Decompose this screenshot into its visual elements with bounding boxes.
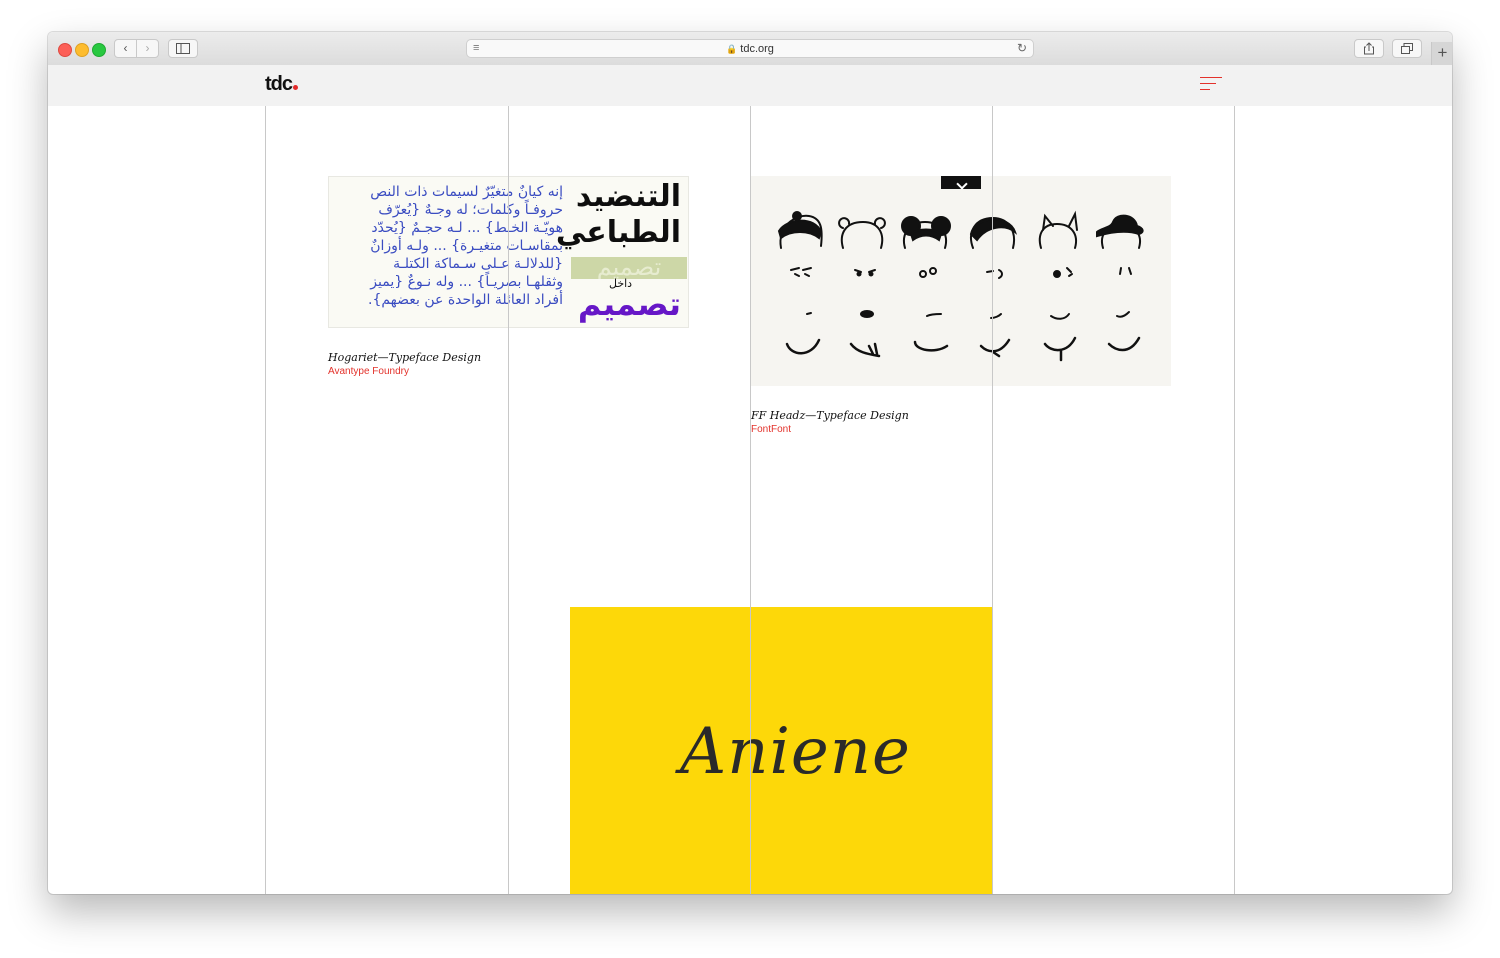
zoom-window-button[interactable] — [92, 43, 106, 57]
close-window-button[interactable] — [58, 43, 72, 57]
browser-toolbar: ‹ › ≡ 🔒 tdc.org ↻ + — [48, 32, 1452, 66]
grid-line — [1234, 106, 1235, 894]
arabic-headline-block: التنضيد الطباعي تصميم داخل تصميم — [556, 177, 688, 327]
grid-line — [265, 106, 266, 894]
forward-icon[interactable]: › — [137, 40, 158, 57]
arabic-body-text: إنه كيانٌ متغيّرٌ لسيمات ذات النص حروفـا… — [368, 184, 563, 308]
reload-icon[interactable]: ↻ — [1017, 41, 1027, 55]
history-nav: ‹ › — [114, 39, 159, 58]
aniene-specimen-word: Aniene — [680, 715, 911, 789]
sidebar-icon — [176, 43, 190, 54]
site-logo[interactable]: tdc — [265, 73, 298, 96]
card-foundry[interactable]: FontFont — [751, 424, 791, 435]
hamburger-menu-icon[interactable] — [1200, 77, 1222, 91]
card-foundry[interactable]: Avantype Foundry — [328, 366, 409, 377]
card-title[interactable]: FF Headz—Typeface Design — [751, 409, 909, 422]
address-bar[interactable]: ≡ 🔒 tdc.org ↻ — [466, 39, 1034, 58]
new-tab-icon[interactable]: + — [1431, 42, 1452, 65]
url-text: tdc.org — [740, 43, 774, 55]
tab-overview-button[interactable] — [1392, 39, 1422, 58]
tabs-icon — [1401, 43, 1413, 54]
grid-line — [508, 106, 509, 894]
grid-line — [750, 106, 751, 894]
logo-dot — [293, 85, 298, 90]
heads-illustration — [777, 210, 1144, 362]
ff-headz-thumbnail[interactable] — [751, 176, 1171, 386]
minimize-window-button[interactable] — [75, 43, 89, 57]
card-title[interactable]: Hogariet—Typeface Design — [328, 351, 481, 364]
share-button[interactable] — [1354, 39, 1384, 58]
grid-line — [992, 106, 993, 894]
back-icon[interactable]: ‹ — [115, 40, 136, 57]
site-header: tdc — [48, 65, 1452, 106]
browser-window: ‹ › ≡ 🔒 tdc.org ↻ + tdc إنه كيانٌ متغيّر… — [48, 32, 1452, 894]
share-icon — [1364, 42, 1374, 55]
aniene-thumbnail[interactable]: Aniene — [570, 607, 993, 894]
lock-icon: 🔒 — [726, 44, 738, 54]
heads-tab-marker — [941, 176, 981, 190]
main-content: إنه كيانٌ متغيّرٌ لسيمات ذات النص حروفـا… — [48, 106, 1452, 894]
sidebar-toggle-button[interactable] — [168, 39, 198, 58]
